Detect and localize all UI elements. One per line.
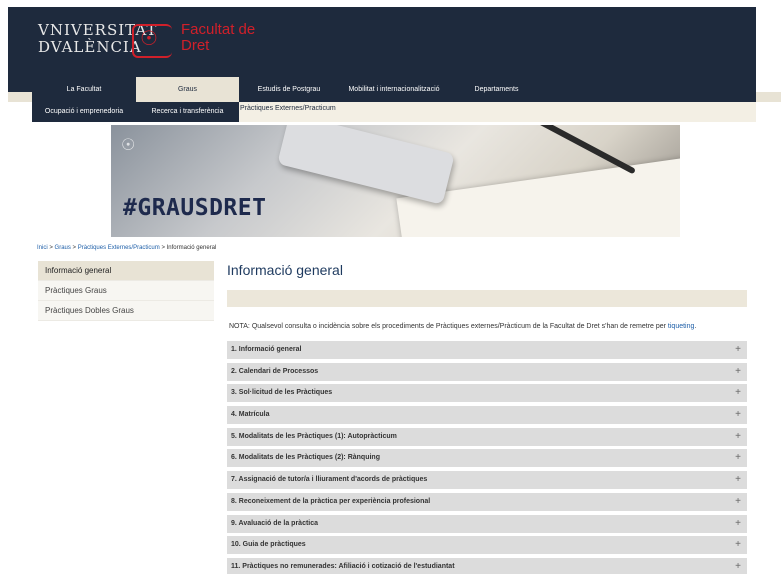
breadcrumb-practiques[interactable]: Pràctiques Externes/Practicum [78,245,160,251]
note-end: . [694,323,697,330]
expand-plus-icon[interactable]: + [735,515,741,533]
breadcrumb: Inici > Graus > Pràctiques Externes/Prac… [37,245,216,251]
sub-nav: Ocupació i emprenedoria Recerca i transf… [32,102,756,122]
expand-plus-icon[interactable]: + [735,449,741,467]
accordion-item-label: 1. Informació general [231,346,302,353]
note-body: NOTA: Qualsevol consulta o incidència so… [229,323,668,330]
banner-seal-icon: ☉ [121,137,136,154]
accordion-item-label: 4. Matrícula [231,411,270,419]
nav-item-departaments[interactable]: Departaments [449,77,544,102]
nav-band-left [8,92,32,102]
accordion: 1. Informació general + 2. Calendari de P… [227,341,747,574]
expand-plus-icon[interactable]: + [735,558,741,574]
breadcrumb-inici[interactable]: Inici [37,245,48,251]
seal-icon: ☉ [140,26,158,50]
accordion-item[interactable]: 1. Informació general + [227,341,747,359]
accordion-item-label: 11. Pràctiques no remunerades: Afiliació… [231,562,455,570]
note-text: NOTA: Qualsevol consulta o incidència so… [229,323,696,330]
accordion-item-label: 2. Calendari de Processos [231,367,319,375]
sidebar-item-practiques-graus[interactable]: Pràctiques Graus [38,281,214,301]
subnav-item-ocupacio[interactable]: Ocupació i emprenedoria [32,102,136,122]
accordion-item[interactable]: 3. Sol·licitud de les Pràctiques + [227,384,747,403]
accordion-item[interactable]: 11. Pràctiques no remunerades: Afiliació… [227,557,747,574]
breadcrumb-separator: > [161,245,165,251]
accordion-item[interactable]: 8. Reconeixement de la pràctica per expe… [227,492,747,511]
expand-plus-icon[interactable]: + [735,341,741,359]
sidebar: Informació general Pràctiques Graus Pràc… [38,261,214,321]
expand-plus-icon[interactable]: + [735,471,741,489]
breadcrumb-separator: > [72,245,77,251]
accordion-item[interactable]: 9. Avaluació de la pràctica + [227,514,747,533]
accordion-item-label: 10. Guia de pràctiques [231,541,306,549]
accordion-item-label: 7. Assignació de tutor/a i lliurament d'… [231,476,428,484]
nav-item-la-facultat[interactable]: La Facultat [32,77,136,102]
nav-item-mobilitat[interactable]: Mobilitat i internacionalització [339,77,449,102]
nav-item-estudis-postgrau[interactable]: Estudis de Postgrau [239,77,339,102]
page-title: Informació general [227,262,343,278]
accordion-item-label: 8. Reconeixement de la pràctica per expe… [231,497,431,505]
breadcrumb-current: Informació general [166,245,217,251]
accordion-item-label: 6. Modalitats de les Pràctiques (2): Ràn… [231,454,380,462]
faculty-name-line2: Dret [181,37,210,54]
sidebar-item-informacio-general[interactable]: Informació general [38,261,214,281]
nav-item-graus[interactable]: Graus [136,77,239,102]
accordion-item[interactable]: 10. Guia de pràctiques + [227,536,747,555]
hero-banner: ☉ #GRAUSDRET [111,125,680,237]
expand-plus-icon[interactable]: + [735,428,741,446]
accordion-item-label: 3. Sol·licitud de les Pràctiques [231,389,333,397]
tiqueting-link[interactable]: tiqueting [668,323,694,330]
breadcrumb-graus[interactable]: Graus [55,245,71,251]
accordion-item-label: 5. Modalitats de les Pràctiques (1): Aut… [231,432,397,440]
banner-hashtag: #GRAUSDRET [123,195,267,221]
faculty-logo[interactable]: Facultat de Dret [181,22,255,54]
sidebar-item-practiques-dobles-graus[interactable]: Pràctiques Dobles Graus [38,301,214,321]
banner-pen-image [536,125,636,175]
subnav-item-practiques[interactable]: Pràctiques Externes/Practicum [240,102,336,116]
accordion-item[interactable]: 2. Calendari de Processos + [227,362,747,381]
expand-plus-icon[interactable]: + [735,363,741,381]
faculty-name-line1: Facultat de [181,21,256,38]
nav-band-right [756,92,781,102]
accordion-item[interactable]: 4. Matrícula + [227,406,747,425]
expand-plus-icon[interactable]: + [735,406,741,424]
accordion-item[interactable]: 6. Modalitats de les Pràctiques (2): Ràn… [227,449,747,468]
banner-phone-image [277,125,455,205]
subnav-item-recerca[interactable]: Recerca i transferència [136,102,239,122]
accordion-item[interactable]: 5. Modalitats de les Pràctiques (1): Aut… [227,427,747,446]
title-divider-bar [227,290,747,307]
expand-plus-icon[interactable]: + [735,493,741,511]
expand-plus-icon[interactable]: + [735,536,741,554]
accordion-item[interactable]: 7. Assignació de tutor/a i lliurament d'… [227,471,747,490]
expand-plus-icon[interactable]: + [735,384,741,402]
accordion-item-label: 9. Avaluació de la pràctica [231,519,319,527]
main-nav: La Facultat Graus Estudis de Postgrau Mo… [32,77,756,102]
breadcrumb-separator: > [49,245,53,251]
